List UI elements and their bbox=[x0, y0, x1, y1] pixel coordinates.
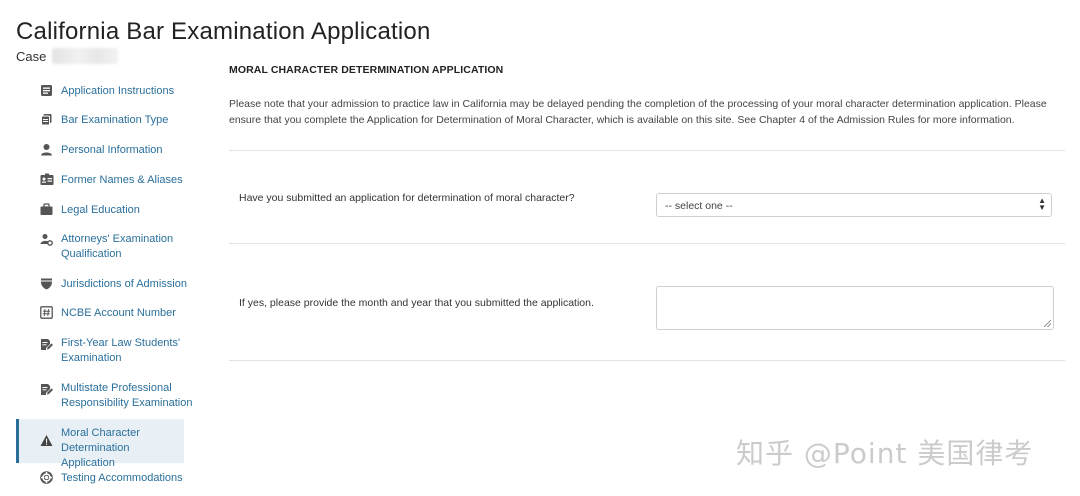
sidebar-item-label: First-Year Law Students' Examination bbox=[61, 337, 181, 364]
briefcase-icon bbox=[40, 203, 54, 217]
case-label: Case bbox=[16, 48, 47, 64]
select-arrows-icon: ▲ ▼ bbox=[1038, 196, 1046, 212]
watermark: 知乎 @Point 美国律考 bbox=[736, 437, 1034, 470]
sidebar-item-label: Moral Character Determination Applicatio… bbox=[61, 427, 140, 469]
submission-date-textarea[interactable] bbox=[656, 286, 1054, 330]
shield-icon bbox=[40, 277, 54, 291]
copy-icon bbox=[40, 113, 54, 127]
sidebar-item-personal-information[interactable]: Personal Information bbox=[16, 143, 211, 158]
sidebar-item-label: Former Names & Aliases bbox=[61, 174, 183, 186]
sidebar-item-label: Legal Education bbox=[61, 204, 140, 216]
sidebar-item-ncbe-account-number[interactable]: NCBE Account Number bbox=[16, 306, 211, 321]
main-content: MORAL CHARACTER DETERMINATION APPLICATIO… bbox=[229, 64, 1065, 361]
question-date-label: If yes, please provide the month and yea… bbox=[239, 297, 594, 309]
sidebar-item-moral-character[interactable]: Moral Character Determination Applicatio… bbox=[16, 419, 184, 469]
section-title: MORAL CHARACTER DETERMINATION APPLICATIO… bbox=[229, 64, 504, 76]
notice-text: Please note that your admission to pract… bbox=[229, 98, 1047, 126]
sidebar-item-former-names[interactable]: Former Names & Aliases bbox=[16, 173, 211, 188]
edit-doc-icon bbox=[40, 383, 54, 397]
moral-character-submitted-select[interactable]: -- select one -- ▲ ▼ bbox=[656, 193, 1052, 217]
sidebar-item-label: Multistate Professional Responsibility E… bbox=[61, 382, 193, 409]
sidebar-item-first-year-law-students[interactable]: First-Year Law Students' Examination bbox=[16, 336, 211, 366]
sidebar-item-bar-examination-type[interactable]: Bar Examination Type bbox=[16, 113, 211, 128]
sidebar-item-jurisdictions-of-admission[interactable]: Jurisdictions of Admission bbox=[16, 277, 211, 292]
sidebar-item-label: Bar Examination Type bbox=[61, 114, 169, 126]
edit-doc-icon bbox=[40, 338, 54, 352]
hash-icon bbox=[40, 306, 54, 320]
sidebar-item-testing-accommodations[interactable]: Testing Accommodations bbox=[16, 471, 211, 486]
user-gear-icon bbox=[40, 233, 54, 247]
case-line: Case bbox=[16, 48, 119, 64]
id-card-icon bbox=[40, 173, 54, 187]
select-value: -- select one -- bbox=[665, 200, 733, 212]
sidebar-item-label: Personal Information bbox=[61, 144, 163, 156]
question-submitted-label: Have you submitted an application for de… bbox=[239, 192, 575, 204]
sidebar-item-attorneys-examination[interactable]: Attorneys' Examination Qualification bbox=[16, 232, 211, 262]
page-title: California Bar Examination Application bbox=[16, 18, 431, 45]
divider bbox=[229, 360, 1065, 361]
user-icon bbox=[40, 143, 54, 157]
sidebar-item-mpre[interactable]: Multistate Professional Responsibility E… bbox=[16, 381, 211, 411]
sidebar-item-legal-education[interactable]: Legal Education bbox=[16, 203, 211, 218]
sidebar-item-label: Application Instructions bbox=[61, 85, 175, 97]
sidebar-item-application-instructions[interactable]: Application Instructions bbox=[16, 84, 211, 99]
sidebar-item-label: Attorneys' Examination Qualification bbox=[61, 233, 174, 260]
resize-grip-icon[interactable] bbox=[1044, 320, 1051, 327]
warning-icon bbox=[40, 434, 54, 448]
page: California Bar Examination Application C… bbox=[0, 0, 1080, 496]
sidebar-item-label: Testing Accommodations bbox=[61, 472, 183, 484]
lifebuoy-icon bbox=[40, 471, 54, 485]
divider bbox=[229, 150, 1065, 151]
sidebar-item-label: NCBE Account Number bbox=[61, 307, 176, 319]
sidebar-item-label: Jurisdictions of Admission bbox=[61, 278, 187, 290]
divider bbox=[229, 243, 1065, 244]
list-icon bbox=[40, 84, 54, 98]
case-number-redacted bbox=[52, 48, 119, 64]
